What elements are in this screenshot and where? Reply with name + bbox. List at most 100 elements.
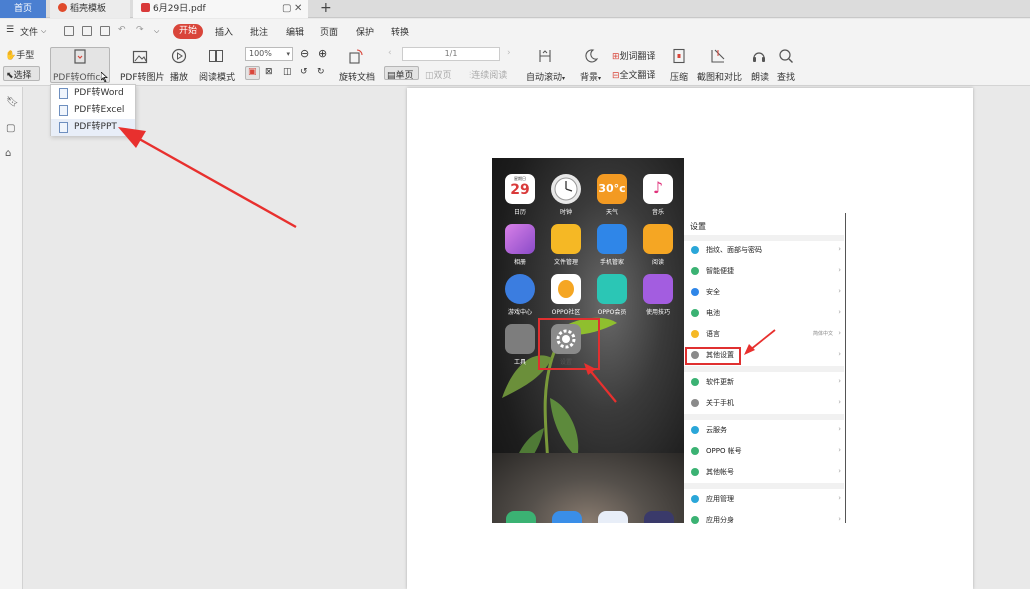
- app-music[interactable]: ♪ 音乐: [635, 174, 681, 216]
- background-button[interactable]: 背景▾: [580, 70, 601, 83]
- app-gallery[interactable]: 相册: [497, 224, 543, 266]
- menu-tab-edit[interactable]: 编辑: [286, 25, 304, 38]
- settings-row-icon: [691, 447, 699, 455]
- tab-document[interactable]: 6月29日.pdf ▢ ✕: [133, 0, 308, 18]
- rotate-right-icon[interactable]: ↻: [317, 67, 325, 77]
- translate-full-button[interactable]: ⊟全文翻译: [612, 68, 656, 81]
- settings-row[interactable]: 语言 简体中文 ›: [684, 325, 844, 344]
- close-tab-icon[interactable]: ✕: [294, 0, 302, 18]
- app-calendar[interactable]: 星期日 29 日历: [497, 174, 543, 216]
- settings-row[interactable]: OPPO 帐号 ›: [684, 442, 844, 461]
- undo-icon[interactable]: ↶: [118, 25, 126, 35]
- settings-row[interactable]: 应用管理 ›: [684, 490, 844, 509]
- pdf-to-office-label: PDF转Office: [53, 73, 106, 83]
- translate-word-button[interactable]: ⊞划词翻译: [612, 49, 656, 62]
- hand-tool-button[interactable]: ✋手型: [5, 48, 34, 61]
- open-folder-icon[interactable]: [64, 26, 74, 36]
- select-tool-label-wrap: ⬉选择: [6, 68, 32, 81]
- chevron-right-icon: ›: [838, 425, 841, 433]
- app-phone-manager[interactable]: 手机管家: [589, 224, 635, 266]
- zoom-in-icon[interactable]: ⊕: [318, 47, 327, 60]
- rotate-left-icon[interactable]: ↺: [300, 67, 308, 77]
- tab-templates[interactable]: 稻壳模板: [50, 0, 130, 18]
- file-menu[interactable]: 文件: [20, 25, 38, 38]
- print-icon[interactable]: [100, 26, 110, 36]
- settings-row[interactable]: 电池 ›: [684, 304, 844, 323]
- quick-access-chevron-icon[interactable]: ⌵: [154, 27, 159, 36]
- menu-tab-protect[interactable]: 保护: [356, 25, 374, 38]
- zoom-out-icon[interactable]: ⊖: [300, 47, 309, 60]
- single-page-label: 单页: [395, 71, 414, 81]
- pdf-to-image-button[interactable]: PDF转图片: [120, 70, 165, 83]
- next-page-icon[interactable]: ›: [507, 48, 511, 58]
- actual-size-icon[interactable]: ◫: [283, 67, 292, 77]
- screenshot-compare-button[interactable]: 截图和对比: [697, 70, 742, 83]
- menu-tab-insert[interactable]: 插入: [215, 25, 233, 38]
- pdf-convert-icon: [74, 49, 86, 64]
- single-page-label-wrap: ▤单页: [387, 68, 414, 81]
- redo-icon[interactable]: ↷: [136, 25, 144, 35]
- restore-icon[interactable]: ▢: [282, 0, 291, 18]
- settings-row-icon: [691, 267, 699, 275]
- app-tips[interactable]: 使用技巧: [635, 274, 681, 316]
- settings-row[interactable]: 其他帐号 ›: [684, 463, 844, 482]
- chevron-right-icon: ›: [838, 515, 841, 523]
- dropdown-pdf-to-excel[interactable]: PDF转Excel: [51, 102, 135, 119]
- settings-row[interactable]: 应用分身 ›: [684, 511, 844, 530]
- settings-row[interactable]: 智能便捷 ›: [684, 262, 844, 281]
- hamburger-icon[interactable]: ☰: [6, 25, 14, 35]
- weather-icon: 30°c: [597, 174, 627, 204]
- menu-tab-start[interactable]: 开始: [173, 24, 203, 39]
- tools-folder-icon: [505, 324, 535, 354]
- play-button[interactable]: 播放: [170, 70, 188, 83]
- app-tools[interactable]: 工具: [497, 324, 543, 366]
- app-music-label: 音乐: [651, 209, 664, 216]
- auto-scroll-button[interactable]: 自动滚动▾: [526, 70, 565, 83]
- tab-home[interactable]: 首页: [0, 0, 46, 18]
- thumbnail-icon[interactable]: ▢: [6, 123, 15, 134]
- save-icon[interactable]: [82, 26, 92, 36]
- translate-full-label: 全文翻译: [619, 71, 656, 81]
- continuous-read-button[interactable]: ⫶连续阅读: [469, 68, 507, 81]
- chevron-down-icon[interactable]: ⌵: [41, 27, 46, 36]
- chevron-right-icon: ›: [838, 266, 841, 274]
- app-game-center[interactable]: 游戏中心: [497, 274, 543, 316]
- dropdown-pdf-to-word[interactable]: PDF转Word: [51, 85, 135, 102]
- community-icon: [551, 274, 581, 304]
- settings-row[interactable]: 关于手机 ›: [684, 394, 844, 413]
- menu-tab-comment[interactable]: 批注: [250, 25, 268, 38]
- new-tab-button[interactable]: +: [320, 0, 332, 18]
- dropdown-pdf-to-ppt-label: PDF转PPT: [74, 122, 117, 132]
- rotate-document-button[interactable]: 旋转文档: [339, 70, 375, 83]
- app-weather[interactable]: 30°c 天气: [589, 174, 635, 216]
- find-button[interactable]: 查找: [777, 70, 795, 83]
- compress-button[interactable]: 压缩: [670, 70, 688, 83]
- auto-scroll-chevron-icon: ▾: [562, 75, 566, 82]
- settings-row[interactable]: 指纹、面部与密码 ›: [684, 241, 844, 260]
- page-number-input[interactable]: 1/1: [402, 47, 500, 61]
- settings-row[interactable]: 软件更新 ›: [684, 373, 844, 392]
- menu-tab-page[interactable]: 页面: [320, 25, 338, 38]
- comment-icon[interactable]: ⌂: [5, 148, 11, 159]
- game-center-icon: [505, 274, 535, 304]
- app-clock[interactable]: 时钟: [543, 174, 589, 216]
- weather-temp: 30°c: [598, 182, 626, 195]
- app-oppo-community[interactable]: OPPO社区: [543, 274, 589, 316]
- member-icon: [597, 274, 627, 304]
- settings-row[interactable]: 安全 ›: [684, 283, 844, 302]
- read-aloud-button[interactable]: 朗读: [751, 70, 769, 83]
- app-oppo-member[interactable]: OPPO会员: [589, 274, 635, 316]
- dropdown-pdf-to-excel-label: PDF转Excel: [74, 105, 125, 115]
- double-page-button[interactable]: ◫双页: [425, 68, 452, 81]
- settings-row[interactable]: 云服务 ›: [684, 421, 844, 440]
- zoom-select[interactable]: 100% ▾: [245, 47, 293, 61]
- menu-tab-convert[interactable]: 转换: [391, 25, 409, 38]
- prev-page-icon[interactable]: ‹: [388, 48, 392, 58]
- app-reader[interactable]: 阅读: [635, 224, 681, 266]
- calendar-day: 29: [510, 182, 530, 198]
- translate-full-icon: ⊟: [612, 71, 620, 81]
- fit-width-icon[interactable]: ⊠: [265, 67, 273, 77]
- read-mode-button[interactable]: 阅读模式: [199, 70, 235, 83]
- app-file-manager[interactable]: 文件管理: [543, 224, 589, 266]
- bookmark-icon[interactable]: 🔖︎: [6, 97, 19, 108]
